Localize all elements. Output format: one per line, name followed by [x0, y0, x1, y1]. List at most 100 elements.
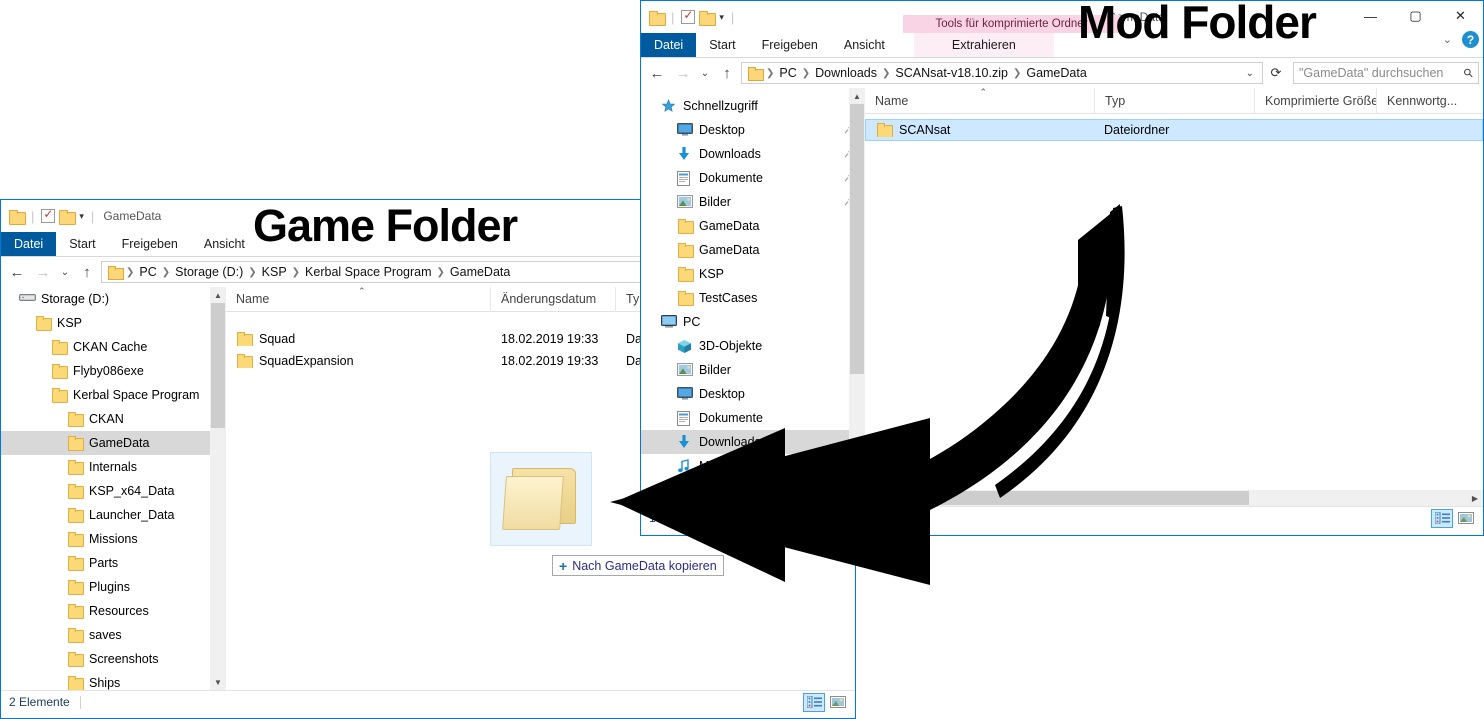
scrollbar-thumb[interactable] — [881, 491, 1249, 505]
refresh-button[interactable]: ⟳ — [1265, 62, 1287, 84]
nav-scrollbar[interactable]: ▲ ▼ — [210, 287, 226, 690]
breadcrumb[interactable]: ❯ PC ❯ Downloads ❯ SCANsat-v18.10.zip ❯ … — [741, 62, 1263, 84]
tree-item-ksp-x64-data[interactable]: KSP_x64_Data — [1, 479, 226, 503]
tree-item-parts[interactable]: Parts — [1, 551, 226, 575]
scrollbar-thumb[interactable] — [211, 303, 225, 428]
view-toggles[interactable] — [803, 692, 855, 712]
tree-item-desktop[interactable]: Desktop — [641, 382, 865, 406]
details-view-button[interactable] — [803, 692, 825, 712]
scroll-right-icon[interactable]: ▶ — [1467, 494, 1483, 503]
tree-item-gamedata[interactable]: GameData — [1, 431, 226, 455]
column-header-type[interactable]: Typ — [1095, 88, 1255, 114]
scrollbar-thumb[interactable] — [850, 104, 864, 374]
chevron-down-icon[interactable]: ⌄ — [1240, 68, 1260, 79]
back-button[interactable]: ← — [5, 260, 29, 284]
mod-folder-tree[interactable]: Schnellzugriff Desktop Downloads Dokumente B… — [641, 88, 865, 502]
chevron-down-icon[interactable]: ▾ — [719, 12, 724, 23]
breadcrumb-zip[interactable]: SCANsat-v18.10.zip — [891, 66, 1012, 80]
new-folder-icon[interactable] — [699, 10, 717, 26]
tree-item-testcases[interactable]: TestCases — [641, 286, 865, 310]
view-toggles[interactable] — [1431, 508, 1483, 528]
tree-item-ckan[interactable]: CKAN — [1, 407, 226, 431]
window-controls[interactable]: — ▢ ✕ — [1348, 1, 1483, 31]
details-view-button[interactable] — [1431, 508, 1453, 528]
tree-item-schnellzugriff[interactable]: Schnellzugriff — [641, 94, 865, 118]
mod-folder-window[interactable]: | ▾ | GameData — ▢ ✕ ⌄ ? Tools für kompr… — [640, 0, 1484, 536]
tree-item-pc[interactable]: PC — [641, 310, 865, 334]
column-header-password-protected[interactable]: Kennwortg... — [1377, 88, 1477, 114]
tree-item-musik[interactable]: Musik — [641, 454, 865, 478]
column-header-compressed-size[interactable]: Komprimierte Größe — [1255, 88, 1377, 114]
tree-item-kerbal-space-program[interactable]: Kerbal Space Program — [1, 383, 226, 407]
file-rows[interactable]: SCANsat Dateiordner — [865, 114, 1483, 141]
tree-item-ckan-cache[interactable]: CKAN Cache — [1, 335, 226, 359]
folder-icon[interactable] — [649, 10, 666, 26]
folder-icon[interactable] — [9, 209, 26, 225]
tab-start[interactable]: Start — [56, 232, 108, 256]
game-folder-tree[interactable]: Storage (D:) KSP CKAN Cache Flyby086exe Kerb… — [1, 287, 226, 690]
recent-locations-icon[interactable]: ⌄ — [57, 260, 73, 284]
new-folder-icon[interactable] — [59, 209, 77, 225]
tree-item-bilder[interactable]: Bilder — [641, 190, 865, 214]
large-icons-view-button[interactable] — [827, 693, 849, 712]
tab-freigeben[interactable]: Freigeben — [109, 232, 191, 256]
properties-check-icon[interactable] — [681, 8, 696, 24]
breadcrumb-downloads[interactable]: Downloads — [811, 66, 881, 80]
table-row[interactable]: SCANsat Dateiordner — [865, 119, 1483, 141]
scroll-up-icon[interactable]: ▲ — [210, 287, 226, 303]
tree-item-storage-d-[interactable]: Storage (D:) — [1, 287, 226, 311]
minimize-button[interactable]: — — [1348, 1, 1393, 31]
tree-item-saves[interactable]: saves — [1, 623, 226, 647]
tab-freigeben[interactable]: Freigeben — [749, 33, 831, 57]
large-icons-view-button[interactable] — [1455, 509, 1477, 528]
quick-access-toolbar[interactable]: | ▾ | — [649, 8, 737, 26]
column-header-name[interactable]: ⌃ Name — [226, 287, 491, 312]
tree-item-downloads[interactable]: Downloads — [641, 142, 865, 166]
scroll-left-icon[interactable]: ◀ — [865, 494, 881, 503]
tab-extrahieren[interactable]: Extrahieren — [913, 33, 1054, 57]
tab-ansicht[interactable]: Ansicht — [191, 232, 258, 256]
tree-item-internals[interactable]: Internals — [1, 455, 226, 479]
tree-item-launcher-data[interactable]: Launcher_Data — [1, 503, 226, 527]
column-headers[interactable]: ⌃ Name Typ Komprimierte Größe Kennwortg.… — [865, 88, 1483, 114]
game-window-nav-pane[interactable]: Storage (D:) KSP CKAN Cache Flyby086exe Kerb… — [1, 287, 226, 690]
tree-item-missions[interactable]: Missions — [1, 527, 226, 551]
properties-check-icon[interactable] — [41, 207, 56, 223]
tab-ansicht[interactable]: Ansicht — [831, 33, 898, 57]
breadcrumb-gamedata[interactable]: GameData — [1022, 66, 1090, 80]
quick-access-toolbar[interactable]: | ▾ | — [9, 207, 97, 225]
tree-item-dokumente[interactable]: Dokumente — [641, 166, 865, 190]
recent-locations-icon[interactable]: ⌄ — [697, 61, 713, 85]
horizontal-scrollbar[interactable]: ◀ ▶ — [865, 490, 1483, 506]
column-header-name[interactable]: ⌃ Name — [865, 88, 1095, 114]
tab-datei[interactable]: Datei — [641, 33, 697, 57]
mod-window-file-list[interactable]: ⌃ Name Typ Komprimierte Größe Kennwortg.… — [865, 88, 1483, 506]
tree-item-resources[interactable]: Resources — [1, 599, 226, 623]
tab-datei[interactable]: Datei — [1, 232, 57, 256]
mod-window-nav-pane[interactable]: Schnellzugriff Desktop Downloads Dokumente B… — [641, 88, 865, 506]
breadcrumb-kerbal-space-program[interactable]: Kerbal Space Program — [301, 265, 435, 279]
tree-item-ksp[interactable]: KSP — [641, 262, 865, 286]
tree-item-flyby086exe[interactable]: Flyby086exe — [1, 359, 226, 383]
tree-item-ships[interactable]: Ships — [1, 671, 226, 690]
tree-item-screenshots[interactable]: Screenshots — [1, 647, 226, 671]
scroll-down-icon[interactable]: ▼ — [849, 490, 865, 506]
breadcrumb-pc[interactable]: PC — [135, 265, 160, 279]
tree-item-gamedata[interactable]: GameData — [641, 238, 865, 262]
up-button[interactable]: ↑ — [715, 61, 739, 85]
tree-item-downloads[interactable]: Downloads — [641, 430, 865, 454]
scroll-up-icon[interactable]: ▲ — [849, 88, 865, 104]
nav-scrollbar[interactable]: ▲ ▼ — [849, 88, 865, 506]
column-header-date[interactable]: Änderungsdatum — [491, 287, 616, 312]
tree-item-dokumente[interactable]: Dokumente — [641, 406, 865, 430]
breadcrumb-gamedata[interactable]: GameData — [446, 265, 514, 279]
forward-button[interactable]: → — [31, 260, 55, 284]
search-input[interactable]: "GameData" durchsuchen ⚲ — [1293, 62, 1479, 84]
tree-item-plugins[interactable]: Plugins — [1, 575, 226, 599]
breadcrumb-ksp[interactable]: KSP — [258, 265, 291, 279]
chevron-down-icon[interactable]: ▾ — [79, 211, 84, 222]
breadcrumb-pc[interactable]: PC — [775, 66, 800, 80]
tree-item-ksp[interactable]: KSP — [1, 311, 226, 335]
up-button[interactable]: ↑ — [75, 260, 99, 284]
tree-item-desktop[interactable]: Desktop — [641, 118, 865, 142]
